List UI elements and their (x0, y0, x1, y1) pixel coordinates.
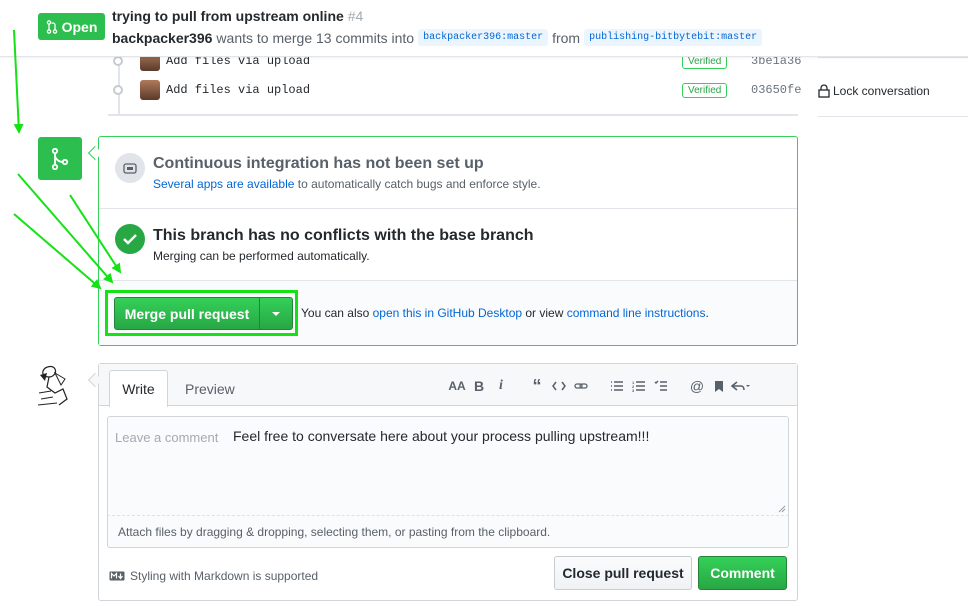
pr-title-text: trying to pull from upstream online (112, 8, 344, 24)
ci-icon (115, 153, 145, 183)
timeline-end-divider (108, 114, 798, 116)
verified-badge[interactable]: Verified (682, 82, 728, 98)
comment-typed-text: Feel free to conversate here about your … (233, 428, 650, 444)
quote-icon[interactable]: “ (526, 376, 548, 396)
user-sketch-icon (37, 363, 82, 408)
resize-handle-icon[interactable] (778, 505, 786, 513)
merge-alternatives-text: You can also open this in GitHub Desktop… (301, 306, 709, 320)
no-conflicts-title: This branch has no conflicts with the ba… (153, 227, 534, 244)
tab-preview[interactable]: Preview (185, 381, 235, 397)
sidebar-divider (818, 57, 968, 58)
comment-button[interactable]: Comment (698, 556, 787, 590)
merge-method-dropdown[interactable] (259, 297, 293, 330)
header-text-icon[interactable]: AA (446, 377, 468, 395)
status-badge: Open (38, 13, 105, 40)
tab-write[interactable]: Write (109, 370, 168, 407)
check-icon (115, 224, 145, 254)
commit-dot-icon (113, 56, 123, 66)
pr-meta: backpacker396 wants to merge 13 commits … (112, 29, 763, 46)
commit-message[interactable]: Add files via upload (166, 83, 310, 97)
caret-down-icon (272, 311, 280, 316)
saved-replies-icon[interactable] (708, 377, 730, 395)
close-pull-request-button[interactable]: Close pull request (554, 556, 692, 590)
apps-link[interactable]: Several apps are available (153, 177, 294, 191)
italic-icon[interactable]: i (490, 377, 512, 395)
commit-row: Add files via upload Verified 03650fe (108, 80, 801, 100)
link-icon[interactable] (570, 377, 592, 395)
ci-status-section: Continuous integration has not been set … (99, 137, 797, 209)
reply-icon[interactable] (730, 377, 752, 395)
ci-subtitle: Several apps are available to automatica… (153, 177, 541, 191)
from-text: from (552, 29, 581, 46)
conflict-status-section: This branch has no conflicts with the ba… (99, 209, 797, 281)
unordered-list-icon[interactable] (606, 377, 628, 395)
also-prefix: You can also (301, 306, 373, 320)
ci-title: Continuous integration has not been set … (153, 155, 484, 172)
lock-conversation-button[interactable]: Lock conversation (818, 84, 930, 98)
merge-pull-request-button[interactable]: Merge pull request (114, 297, 260, 330)
mention-icon[interactable]: @ (686, 377, 708, 395)
pull-request-icon (46, 19, 57, 34)
git-merge-icon (51, 147, 69, 170)
ordered-list-icon[interactable]: 123 (628, 377, 650, 395)
ci-subtitle-text: to automatically catch bugs and enforce … (294, 177, 541, 191)
markdown-toolbar: AA B i “ 123 @ (446, 376, 752, 396)
pr-author[interactable]: backpacker396 (112, 30, 212, 46)
code-icon[interactable] (548, 377, 570, 395)
lock-icon (818, 84, 830, 98)
task-list-icon[interactable] (650, 377, 672, 395)
pr-sticky-header: Open trying to pull from upstream online… (0, 0, 968, 57)
also-suffix: . (705, 306, 709, 320)
pr-number: #4 (347, 8, 364, 24)
status-label: Open (61, 18, 98, 35)
no-conflicts-subtitle: Merging can be performed automatically. (153, 249, 370, 263)
markdown-support-note[interactable]: Styling with Markdown is supported (109, 569, 318, 583)
bold-icon[interactable]: B (468, 377, 490, 395)
avatar[interactable] (140, 80, 160, 100)
svg-text:3: 3 (632, 388, 635, 392)
comment-placeholder: Leave a comment (115, 430, 219, 445)
attach-files-hint[interactable]: Attach files by dragging & dropping, sel… (107, 515, 789, 548)
base-branch[interactable]: backpacker396:master (418, 29, 549, 46)
lock-label: Lock conversation (833, 84, 930, 98)
avatar[interactable] (37, 363, 82, 408)
arrow-annotation (13, 213, 102, 290)
commit-dot-icon (113, 85, 123, 95)
markdown-icon (109, 571, 125, 581)
pr-meta-text: wants to merge 13 commits into (216, 29, 415, 46)
github-desktop-link[interactable]: open this in GitHub Desktop (373, 306, 522, 320)
also-mid: or view (522, 306, 567, 320)
sidebar-divider (818, 116, 968, 117)
pr-title: trying to pull from upstream online #4 (112, 8, 363, 24)
command-line-link[interactable]: command line instructions (567, 306, 706, 320)
commit-sha[interactable]: 03650fe (751, 83, 801, 97)
markdown-note-text: Styling with Markdown is supported (130, 569, 319, 583)
merge-status-icon-box (38, 137, 82, 180)
head-branch[interactable]: publishing-bitbytebit:master (584, 29, 763, 46)
